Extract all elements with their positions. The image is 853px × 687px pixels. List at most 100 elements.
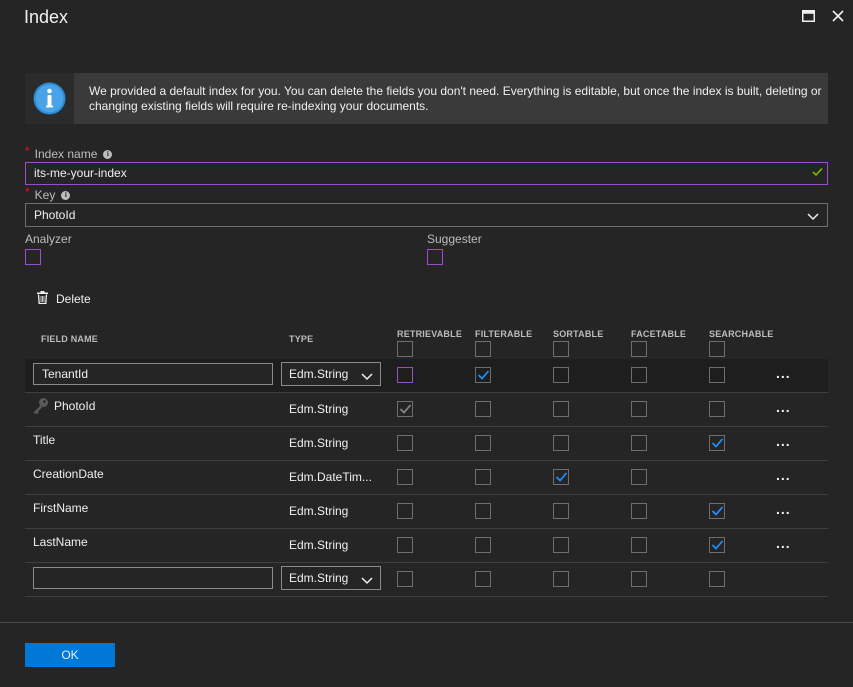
select-all-filterable-checkbox[interactable] bbox=[475, 341, 491, 357]
sortable-checkbox[interactable] bbox=[553, 571, 569, 587]
more-options-icon[interactable]: ... bbox=[776, 535, 791, 551]
field-type: Edm.String bbox=[289, 436, 349, 450]
searchable-checkbox[interactable] bbox=[709, 537, 725, 553]
suggester-label: Suggester bbox=[427, 232, 482, 246]
filterable-checkbox[interactable] bbox=[475, 503, 491, 519]
filterable-checkbox[interactable] bbox=[475, 435, 491, 451]
filterable-checkbox[interactable] bbox=[475, 571, 491, 587]
table-row[interactable]: FirstName Edm.String... bbox=[25, 495, 828, 529]
retrievable-checkbox[interactable] bbox=[397, 571, 413, 587]
column-header-sortable: SORTABLE bbox=[553, 329, 604, 339]
filterable-checkbox[interactable] bbox=[475, 469, 491, 485]
column-header-searchable: SEARCHABLE bbox=[709, 329, 774, 339]
select-all-facetable-checkbox[interactable] bbox=[631, 341, 647, 357]
type-select[interactable]: Edm.String bbox=[281, 566, 381, 590]
chevron-down-icon bbox=[361, 370, 373, 384]
facetable-checkbox[interactable] bbox=[631, 571, 647, 587]
searchable-checkbox[interactable] bbox=[709, 367, 725, 383]
searchable-checkbox[interactable] bbox=[709, 435, 725, 451]
table-row[interactable]: PhotoId Edm.String... bbox=[25, 393, 828, 427]
sortable-checkbox[interactable] bbox=[553, 503, 569, 519]
sortable-checkbox[interactable] bbox=[553, 367, 569, 383]
facetable-checkbox[interactable] bbox=[631, 469, 647, 485]
table-row[interactable]: LastName Edm.String... bbox=[25, 529, 828, 563]
info-icon[interactable]: i bbox=[61, 190, 71, 200]
facetable-checkbox[interactable] bbox=[631, 503, 647, 519]
chevron-down-icon bbox=[361, 574, 373, 588]
key-value: PhotoId bbox=[34, 208, 76, 222]
more-options-icon[interactable]: ... bbox=[776, 365, 791, 381]
column-header-facetable: FACETABLE bbox=[631, 329, 687, 339]
column-header-type: TYPE bbox=[289, 334, 314, 344]
select-all-searchable-checkbox[interactable] bbox=[709, 341, 725, 357]
more-options-icon[interactable]: ... bbox=[776, 467, 791, 483]
facetable-checkbox[interactable] bbox=[631, 367, 647, 383]
retrievable-checkbox[interactable] bbox=[397, 503, 413, 519]
column-header-retrievable: RETRIEVABLE bbox=[397, 329, 463, 339]
filterable-checkbox[interactable] bbox=[475, 367, 491, 383]
field-type: Edm.String bbox=[289, 504, 349, 518]
more-options-icon[interactable]: ... bbox=[776, 399, 791, 415]
retrievable-checkbox bbox=[397, 401, 413, 417]
type-select[interactable]: Edm.String bbox=[281, 362, 381, 386]
field-name-input[interactable]: TenantId bbox=[33, 363, 273, 385]
more-options-icon[interactable]: ... bbox=[776, 501, 791, 517]
sortable-checkbox[interactable] bbox=[553, 537, 569, 553]
chevron-down-icon bbox=[807, 210, 819, 224]
required-asterisk: * bbox=[25, 144, 30, 158]
trash-icon bbox=[37, 291, 48, 307]
field-name: FirstName bbox=[33, 501, 89, 515]
facetable-checkbox[interactable] bbox=[631, 435, 647, 451]
field-type: Edm.String bbox=[289, 402, 349, 416]
retrievable-checkbox[interactable] bbox=[397, 537, 413, 553]
ok-button[interactable]: OK bbox=[25, 643, 115, 667]
sortable-checkbox[interactable] bbox=[553, 435, 569, 451]
table-row[interactable]: Title Edm.String... bbox=[25, 427, 828, 461]
facetable-checkbox[interactable] bbox=[631, 401, 647, 417]
key-label: Key bbox=[34, 188, 56, 202]
searchable-checkbox[interactable] bbox=[709, 503, 725, 519]
field-name: LastName bbox=[33, 535, 88, 549]
key-label-row: * Key i bbox=[25, 185, 71, 202]
valid-check-icon bbox=[812, 166, 823, 180]
suggester-checkbox[interactable] bbox=[427, 249, 443, 265]
footer-divider bbox=[0, 622, 853, 623]
searchable-checkbox[interactable] bbox=[709, 401, 725, 417]
table-row[interactable]: CreationDate Edm.DateTim...... bbox=[25, 461, 828, 495]
field-type: Edm.DateTim... bbox=[289, 470, 372, 484]
delete-label: Delete bbox=[56, 292, 91, 306]
field-name: PhotoId bbox=[54, 399, 96, 413]
searchable-checkbox[interactable] bbox=[709, 571, 725, 587]
select-all-retrievable-checkbox[interactable] bbox=[397, 341, 413, 357]
field-name: Title bbox=[33, 433, 56, 447]
index-name-input[interactable]: its-me-your-index bbox=[25, 162, 828, 185]
column-header-filterable: FILTERABLE bbox=[475, 329, 533, 339]
blade-title: Index bbox=[24, 7, 69, 27]
sortable-checkbox[interactable] bbox=[553, 401, 569, 417]
field-type: Edm.String bbox=[289, 538, 349, 552]
column-header-field-name: FIELD NAME bbox=[41, 334, 98, 344]
field-name: CreationDate bbox=[33, 467, 104, 481]
info-icon[interactable]: i bbox=[103, 149, 113, 159]
key-icon bbox=[32, 397, 49, 417]
retrievable-checkbox[interactable] bbox=[397, 469, 413, 485]
facetable-checkbox[interactable] bbox=[631, 537, 647, 553]
more-options-icon[interactable]: ... bbox=[776, 433, 791, 449]
filterable-checkbox[interactable] bbox=[475, 537, 491, 553]
required-asterisk: * bbox=[25, 185, 30, 199]
index-name-label-row: * Index name i bbox=[25, 144, 113, 161]
retrievable-checkbox[interactable] bbox=[397, 367, 413, 383]
table-row[interactable]: Edm.String bbox=[25, 563, 828, 597]
delete-button[interactable]: Delete bbox=[37, 291, 91, 307]
close-icon[interactable] bbox=[830, 8, 846, 24]
analyzer-checkbox[interactable] bbox=[25, 249, 41, 265]
maximize-icon[interactable] bbox=[800, 8, 816, 24]
field-name-input[interactable] bbox=[33, 567, 273, 589]
sortable-checkbox[interactable] bbox=[553, 469, 569, 485]
key-select[interactable]: PhotoId bbox=[25, 203, 828, 227]
select-all-sortable-checkbox[interactable] bbox=[553, 341, 569, 357]
index-blade: Index We provided a default index for yo… bbox=[0, 0, 853, 687]
table-row[interactable]: TenantId Edm.String... bbox=[25, 359, 828, 393]
retrievable-checkbox[interactable] bbox=[397, 435, 413, 451]
filterable-checkbox[interactable] bbox=[475, 401, 491, 417]
